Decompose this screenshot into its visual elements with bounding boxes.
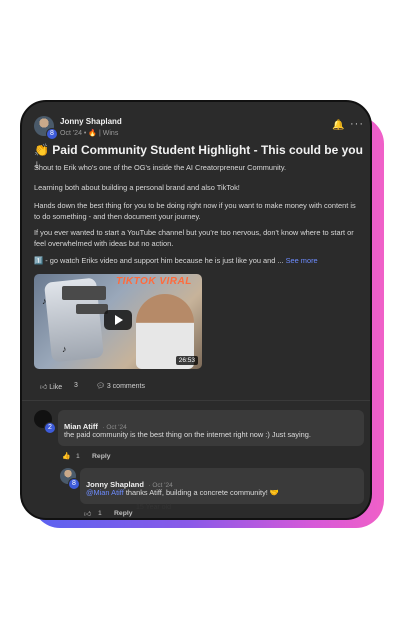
video-duration: 26:53	[175, 356, 198, 365]
comment-reaction[interactable]: 👍	[62, 452, 70, 460]
post-category[interactable]: | Wins	[99, 130, 118, 137]
level-badge: 8	[68, 478, 80, 490]
post-card: 8 Jonny Shapland Oct '24 • 🔥 | Wins 🔔 ··…	[20, 100, 372, 520]
video-banner: TIKTOK VIRAL	[116, 276, 192, 287]
tiktok-icon: ♪	[42, 296, 47, 306]
reply-reaction-count: 1	[98, 510, 102, 517]
mention-link[interactable]: @Mian Atiff	[86, 488, 124, 497]
more-icon[interactable]: ···	[350, 118, 364, 130]
post-paragraph-1: Shout to Erik who's one of the OG's insi…	[34, 163, 287, 172]
thumb-up-icon: 👍	[62, 453, 71, 460]
post-paragraph-4: If you ever wanted to start a YouTube ch…	[34, 228, 354, 248]
divider	[22, 400, 370, 401]
post-meta: Oct '24 • 🔥 | Wins	[60, 130, 119, 137]
level-badge: 8	[46, 128, 58, 140]
blurred-overlay	[62, 286, 106, 300]
post-paragraph-2: Learning both about building a personal …	[34, 183, 240, 192]
video-thumbnail[interactable]: ♪ ♪ TIKTOK VIRAL 26:53	[34, 274, 202, 369]
post-date[interactable]: Oct '24	[60, 130, 82, 137]
post-paragraph-3: Hands down the best thing for you to be …	[34, 201, 356, 221]
reply-button[interactable]: Reply	[92, 453, 111, 460]
flame-icon: 🔥	[88, 130, 98, 137]
comment-text: the paid community is the best thing on …	[64, 430, 311, 439]
play-icon[interactable]	[104, 310, 132, 330]
post-paragraph-5: 1️⃣ - go watch Eriks video and support h…	[34, 256, 318, 265]
comment-icon: 💬︎	[96, 383, 105, 390]
bell-icon[interactable]: 🔔	[332, 120, 344, 131]
thumb-up-icon[interactable]: 👍︎	[84, 510, 91, 518]
tiktok-icon: ♪	[62, 344, 67, 354]
overlay-caption: 15 Year old	[136, 504, 172, 511]
comments-button[interactable]: 💬︎ 3 comments	[96, 382, 145, 390]
reply-text: @Mian Atiff thanks Atiff, building a con…	[86, 488, 280, 497]
reply-button[interactable]: Reply	[114, 510, 133, 517]
likes-count[interactable]: 3	[74, 382, 78, 389]
thumb-up-icon: 👍︎	[40, 384, 48, 391]
like-button[interactable]: 👍︎ Like	[40, 382, 62, 391]
comment-reaction-count: 1	[76, 453, 80, 460]
author-name[interactable]: Jonny Shapland	[60, 117, 122, 126]
see-more-link[interactable]: See more	[286, 256, 318, 265]
blurred-overlay	[76, 304, 108, 314]
level-badge: 2	[44, 422, 56, 434]
clap-icon: 👏	[34, 143, 49, 157]
